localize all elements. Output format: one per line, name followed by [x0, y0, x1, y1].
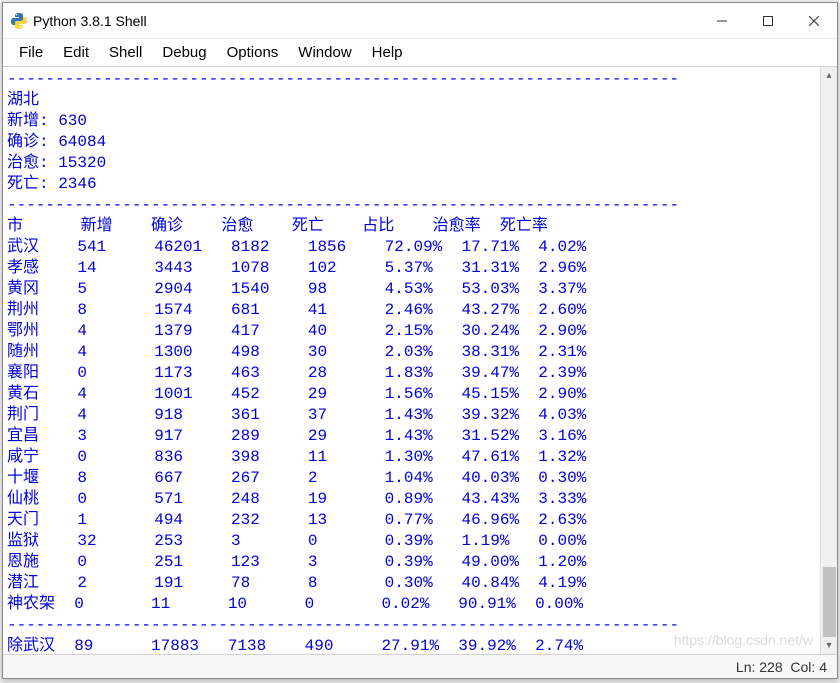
shell-text-area[interactable]: ----------------------------------------…: [3, 67, 820, 654]
shell-line: 确诊: 64084: [7, 132, 816, 153]
shell-line: 黄石 4 1001 452 29 1.56% 45.15% 2.90%: [7, 384, 816, 405]
shell-line: 市 新增 确诊 治愈 死亡 占比 治愈率 死亡率: [7, 216, 816, 237]
menu-window[interactable]: Window: [288, 42, 361, 63]
content: ----------------------------------------…: [3, 67, 837, 654]
shell-line: ----------------------------------------…: [7, 69, 816, 90]
shell-line: 死亡: 2346: [7, 174, 816, 195]
status-line: 228: [759, 659, 782, 675]
titlebar[interactable]: Python 3.8.1 Shell: [3, 3, 837, 39]
window-controls: [699, 3, 837, 38]
vertical-scrollbar[interactable]: ▴ ▾: [820, 67, 837, 654]
menu-help[interactable]: Help: [362, 42, 413, 63]
scroll-up-icon[interactable]: ▴: [821, 67, 837, 84]
shell-line: 仙桃 0 571 248 19 0.89% 43.43% 3.33%: [7, 489, 816, 510]
shell-line: 湖北: [7, 90, 816, 111]
minimize-button[interactable]: [699, 3, 745, 38]
scroll-thumb[interactable]: [823, 567, 836, 637]
menu-file[interactable]: File: [9, 42, 53, 63]
statusbar: Ln: 228 Col: 4: [3, 654, 837, 678]
shell-line: 黄冈 5 2904 1540 98 4.53% 53.03% 3.37%: [7, 279, 816, 300]
shell-line: 十堰 8 667 267 2 1.04% 40.03% 0.30%: [7, 468, 816, 489]
shell-line: 鄂州 4 1379 417 40 2.15% 30.24% 2.90%: [7, 321, 816, 342]
status-col-label: Col:: [790, 659, 815, 675]
shell-line: 荆门 4 918 361 37 1.43% 39.32% 4.03%: [7, 405, 816, 426]
shell-line: 潜江 2 191 78 8 0.30% 40.84% 4.19%: [7, 573, 816, 594]
window-title: Python 3.8.1 Shell: [33, 13, 699, 29]
shell-line: 天门 1 494 232 13 0.77% 46.96% 2.63%: [7, 510, 816, 531]
python-icon: [11, 13, 27, 29]
shell-line: 治愈: 15320: [7, 153, 816, 174]
shell-line: 咸宁 0 836 398 11 1.30% 47.61% 1.32%: [7, 447, 816, 468]
shell-line: ----------------------------------------…: [7, 615, 816, 636]
shell-line: 孝感 14 3443 1078 102 5.37% 31.31% 2.96%: [7, 258, 816, 279]
shell-line: 襄阳 0 1173 463 28 1.83% 39.47% 2.39%: [7, 363, 816, 384]
maximize-button[interactable]: [745, 3, 791, 38]
shell-line: 除武汉 89 17883 7138 490 27.91% 39.92% 2.74…: [7, 636, 816, 654]
status-line-label: Ln:: [736, 659, 755, 675]
shell-line: 武汉 541 46201 8182 1856 72.09% 17.71% 4.0…: [7, 237, 816, 258]
scroll-down-icon[interactable]: ▾: [821, 637, 837, 654]
shell-line: 恩施 0 251 123 3 0.39% 49.00% 1.20%: [7, 552, 816, 573]
menu-shell[interactable]: Shell: [99, 42, 152, 63]
shell-line: 宜昌 3 917 289 29 1.43% 31.52% 3.16%: [7, 426, 816, 447]
shell-line: 新增: 630: [7, 111, 816, 132]
shell-line: 随州 4 1300 498 30 2.03% 38.31% 2.31%: [7, 342, 816, 363]
shell-line: 神农架 0 11 10 0 0.02% 90.91% 0.00%: [7, 594, 816, 615]
status-col: 4: [819, 659, 827, 675]
menu-options[interactable]: Options: [217, 42, 289, 63]
close-button[interactable]: [791, 3, 837, 38]
menu-debug[interactable]: Debug: [152, 42, 216, 63]
window-frame: Python 3.8.1 Shell File Edit Shell Debug…: [2, 2, 838, 679]
shell-line: ----------------------------------------…: [7, 195, 816, 216]
menubar: File Edit Shell Debug Options Window Hel…: [3, 39, 837, 67]
menu-edit[interactable]: Edit: [53, 42, 99, 63]
shell-line: 荆州 8 1574 681 41 2.46% 43.27% 2.60%: [7, 300, 816, 321]
shell-line: 监狱 32 253 3 0 0.39% 1.19% 0.00%: [7, 531, 816, 552]
